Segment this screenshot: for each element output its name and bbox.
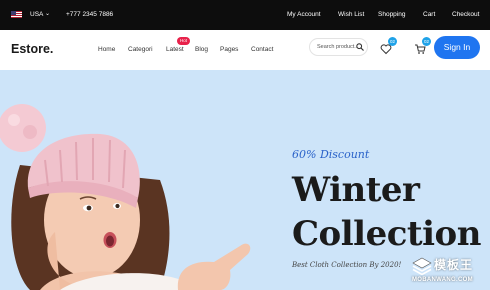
my-account-link[interactable]: My Account [287, 10, 321, 19]
discount-label: 60% Discount [292, 148, 370, 161]
main-navbar: Estore. Home Categori Latest Hot Blog Pa… [0, 30, 490, 70]
nav-contact[interactable]: Contact [251, 45, 273, 54]
hero-headline-line2: Collection [292, 214, 481, 254]
watermark-domain: MOBANWANG.COM [412, 277, 473, 283]
search-icon[interactable] [356, 43, 364, 51]
sign-in-button[interactable]: Sign In [434, 36, 480, 59]
nav-blog[interactable]: Blog [195, 45, 208, 54]
checkout-link[interactable]: Checkout [452, 10, 479, 19]
nav-pages[interactable]: Pages [220, 45, 238, 54]
language-selector[interactable]: USA [30, 10, 43, 19]
cart-link[interactable]: Cart [423, 10, 435, 19]
search-bar[interactable] [309, 38, 368, 56]
site-watermark: 模板王 MOBANWANG.COM [410, 255, 488, 288]
wishlist-button[interactable]: 02 [380, 37, 397, 55]
phone-number: +777 2345 7886 [66, 11, 114, 18]
watermark-chinese-text: 模板王 [434, 258, 474, 272]
shopping-link[interactable]: Shopping [378, 10, 405, 19]
chevron-down-icon[interactable]: ⌄ [45, 10, 50, 19]
cart-button[interactable]: 02 [414, 37, 431, 54]
watermark-logo-icon [412, 257, 432, 275]
search-input[interactable] [317, 41, 357, 53]
wishlist-count-badge: 02 [388, 37, 397, 46]
wish-list-link[interactable]: Wish List [338, 10, 364, 19]
cart-count-badge: 02 [422, 37, 431, 46]
us-flag-icon[interactable] [11, 11, 22, 18]
top-utility-bar: USA ⌄ +777 2345 7886 My Account Wish Lis… [0, 0, 490, 30]
hero-model-image [0, 104, 251, 290]
site-logo[interactable]: Estore. [11, 42, 53, 57]
nav-categori[interactable]: Categori [128, 45, 153, 54]
hot-badge: Hot [177, 37, 191, 45]
hero-subtitle: Best Cloth Collection By 2020! [292, 261, 402, 269]
nav-home[interactable]: Home [98, 45, 115, 54]
nav-latest[interactable]: Latest [166, 45, 184, 54]
hero-headline-line1: Winter [292, 170, 420, 210]
